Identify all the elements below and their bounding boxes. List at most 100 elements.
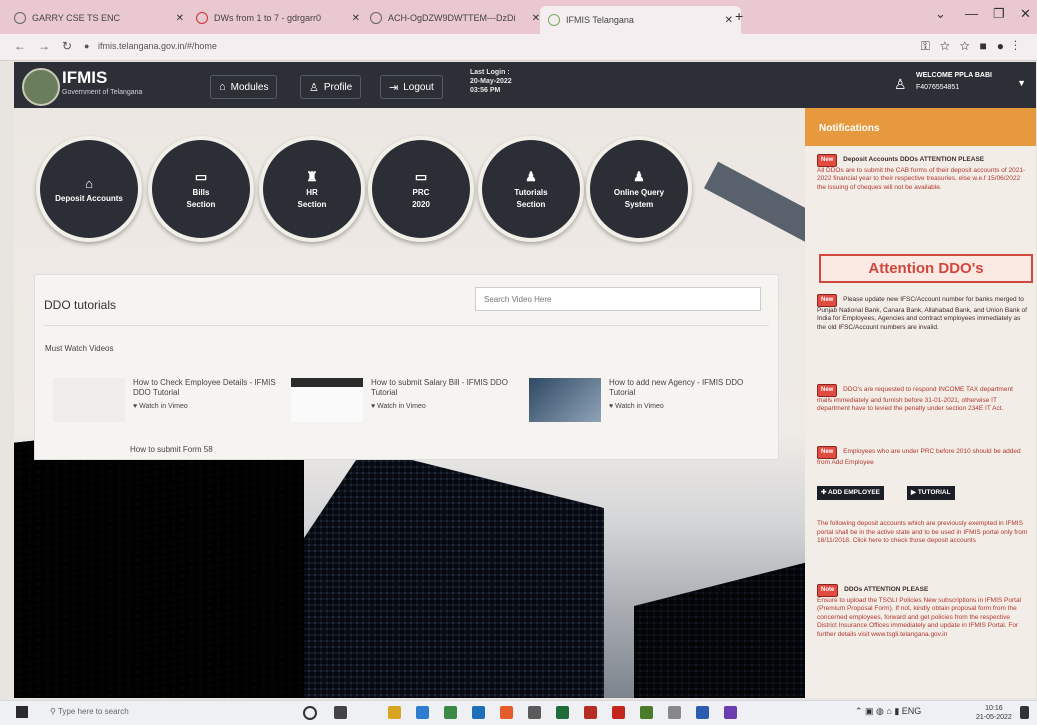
browser-actions[interactable]: ⚿☆☆■●⋮ [921,39,1027,54]
browser-tab-active[interactable]: IFMIS Telangana ✕ [540,6,741,34]
system-tray[interactable]: ⌃ ▣ ◍ ⌂ ▮ ENG [855,706,921,717]
opera-icon[interactable] [612,706,625,719]
taskbar-search[interactable]: ⚲ Type here to search [50,707,129,716]
module-prc-2020[interactable]: ▭ PRC 2020 [368,136,474,242]
query-icon: ♟ [633,169,645,184]
notification-item: New Deposit Accounts DDOs ATTENTION PLEA… [817,154,1029,192]
file-explorer-icon[interactable] [388,706,401,719]
tutorials-icon: ♟ [525,169,537,184]
module-label: System [624,200,654,209]
pdf-icon[interactable] [584,706,597,719]
module-online-query-system[interactable]: ♟ Online Query System [586,136,692,242]
taskbar-clock[interactable]: 10:16 21-05-2022 [976,704,1012,722]
close-window-icon[interactable]: ✕ [1020,6,1031,22]
module-label: HR [306,188,318,197]
task-view-icon[interactable] [334,706,347,719]
reload-icon[interactable]: ↻ [62,39,72,53]
tab-close-icon[interactable]: ✕ [176,13,184,24]
bank-icon: ⌂ [85,175,93,191]
firefox-icon[interactable] [500,706,513,719]
user-menu[interactable]: ♙ WELCOME PPLA BABI F4076554851 ▼ [884,67,1034,101]
watch-label: Watch in Vimeo [615,403,664,410]
notification-item: The following deposit accounts which are… [817,520,1029,546]
module-deposit-accounts[interactable]: ⌂ Deposit Accounts [36,136,142,242]
module-bills-section[interactable]: ▭ Bills Section [148,136,254,242]
module-label: PRC [412,188,430,197]
notification-item: New DDO's are requested to respond INCOM… [817,384,1029,414]
watch-link[interactable]: ♥ Watch in Vimeo [371,403,426,410]
tab-label: IFMIS Telangana [566,15,634,25]
minimize-icon[interactable]: — [965,6,978,21]
attention-ddo-banner: Attention DDO's [819,254,1033,283]
tab-close-icon[interactable]: ✕ [352,13,360,24]
tab-close-icon[interactable]: ✕ [725,15,733,26]
module-tutorials-section[interactable]: ♟ Tutorials Section [478,136,584,242]
app-icon[interactable] [724,706,737,719]
notifications-title: Notifications [819,123,880,134]
tab-close-icon[interactable]: ✕ [532,13,540,24]
module-label: Deposit Accounts [55,193,123,203]
windows-taskbar: ⚲ Type here to search ⌃ ▣ ◍ ⌂ ▮ ENG 10:1… [0,700,1037,725]
new-tab-button[interactable]: + [735,8,743,24]
notifications-panel: Notifications New Deposit Accounts DDOs … [805,108,1036,698]
language-indicator: ENG [901,706,922,716]
tab-favicon-icon [196,12,208,24]
module-label: 2020 [412,200,430,209]
app-header: IFMIS Government of Telangana ⌂ Modules … [14,62,1036,108]
chevron-down-icon: ▼ [1017,78,1026,88]
word-icon[interactable] [472,706,485,719]
back-icon[interactable]: ← [14,39,26,53]
notification-text: DDO's are requested to respond INCOME TA… [817,386,1013,412]
tab-favicon-icon [370,12,382,24]
tutorials-title: DDO tutorials [44,298,117,312]
lock-icon[interactable]: ● [84,41,89,51]
video-title: How to Check Employee Details - IFMIS DD… [133,378,276,397]
video-search-input[interactable] [475,287,761,311]
browser-tab[interactable]: DWs from 1 to 7 - gdrgarr0 ✕ [188,6,368,30]
watch-link[interactable]: ♥ Watch in Vimeo [609,403,664,410]
nav-profile-button[interactable]: ♙ Profile [300,75,362,99]
edge-icon[interactable] [416,706,429,719]
clock-time: 10:16 [985,705,1003,712]
must-watch-label: Must Watch Videos [45,344,114,353]
windows-start-icon[interactable] [16,706,28,718]
add-employee-button[interactable]: ✚ ADD EMPLOYEE [817,486,885,500]
prc-icon: ▭ [414,169,428,184]
divider [44,325,769,326]
nav-modules-button[interactable]: ⌂ Modules [210,75,278,99]
maximize-icon[interactable]: ❐ [993,6,1005,22]
button-label: TUTORIAL [917,489,951,496]
new-badge: New [817,154,838,167]
module-hr-section[interactable]: ♜ HR Section [259,136,365,242]
tab-label: ACH-OgDZW9DWTTEM---DzDi [388,13,516,23]
video-thumbnail [529,378,601,422]
forward-icon[interactable]: → [38,39,50,53]
tutorial-button[interactable]: ▶ TUTORIAL [907,486,955,500]
app-icon[interactable] [696,706,709,719]
address-bar: ← → ↻ ● ifmis.telangana.gov.in/#/home ⚿☆… [0,34,1037,61]
module-label: Section [186,200,216,209]
app-icon[interactable] [640,706,653,719]
chrome-icon[interactable] [444,706,457,719]
notification-item: New Please update new IFSC/Account numbe… [817,294,1029,332]
notification-text: Employees who are under PRC before 2010 … [817,448,1021,466]
user-icon: ♙ [309,81,319,94]
browser-tab[interactable]: GARRY CSE TS ENC ✕ [6,6,192,30]
video-card[interactable]: How to submit Salary Bill - IFMIS DDO Tu… [291,378,511,428]
cortana-icon[interactable] [303,706,317,720]
notification-center-icon[interactable] [1020,706,1029,719]
url-field[interactable]: ifmis.telangana.gov.in/#/home [98,41,217,51]
video-card[interactable]: How to Check Employee Details - IFMIS DD… [53,378,276,428]
app-icon[interactable] [528,706,541,719]
browser-tab[interactable]: ACH-OgDZW9DWTTEM---DzDi ✕ [362,6,548,30]
nav-logout-button[interactable]: ⇥ Logout [380,75,443,99]
nav-label: Modules [230,81,269,93]
video-card[interactable]: How to add new Agency - IFMIS DDO Tutori… [529,378,749,428]
last-login-time: 03:56 PM [470,87,501,94]
video-title[interactable]: How to submit Form 58 [130,445,213,454]
home-icon: ⌂ [219,81,226,93]
watch-link[interactable]: ♥ Watch in Vimeo [133,403,188,410]
app-icon[interactable] [668,706,681,719]
excel-icon[interactable] [556,706,569,719]
tab-search-icon[interactable]: ⌄ [935,6,946,22]
